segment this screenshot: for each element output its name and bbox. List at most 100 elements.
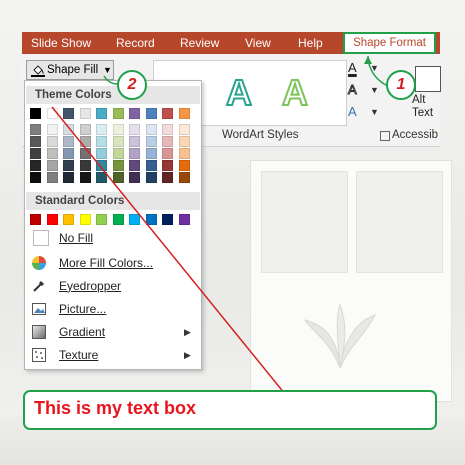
text-box[interactable]: This is my text box <box>23 390 437 430</box>
standard-color-swatch[interactable] <box>63 214 74 225</box>
theme-shade-swatch[interactable] <box>112 124 124 135</box>
standard-color-swatch[interactable] <box>79 214 91 225</box>
theme-shade-swatch[interactable] <box>178 172 190 183</box>
standard-color-swatch[interactable] <box>145 214 157 225</box>
paint-bucket-icon <box>31 65 45 77</box>
theme-shade-swatch[interactable] <box>79 124 91 135</box>
theme-shade-swatch[interactable] <box>162 124 173 135</box>
theme-shade-swatch[interactable] <box>96 172 107 183</box>
theme-color-swatch[interactable] <box>178 108 190 119</box>
wordart-style-green[interactable]: A <box>281 71 309 114</box>
text-box-content[interactable]: This is my text box <box>34 398 196 419</box>
theme-shade-swatch[interactable] <box>178 124 190 135</box>
theme-shade-swatch[interactable] <box>30 172 41 183</box>
theme-shade-swatch[interactable] <box>46 148 58 159</box>
theme-shade-swatch[interactable] <box>46 172 58 183</box>
theme-shade-swatch[interactable] <box>145 136 157 147</box>
theme-shade-swatch[interactable] <box>162 172 173 183</box>
theme-shade-swatch[interactable] <box>63 160 74 171</box>
theme-shade-swatch[interactable] <box>145 160 157 171</box>
color-wheel-icon <box>32 256 46 270</box>
standard-color-swatch[interactable] <box>162 214 173 225</box>
theme-shade-swatch[interactable] <box>46 160 58 171</box>
theme-color-swatch[interactable] <box>46 108 58 119</box>
standard-color-swatch[interactable] <box>129 214 140 225</box>
theme-shade-swatch[interactable] <box>46 136 58 147</box>
theme-color-swatch[interactable] <box>162 108 173 119</box>
eyedropper-item[interactable]: Eyedropper <box>26 275 200 297</box>
theme-shade-swatch[interactable] <box>96 124 107 135</box>
tab-shape-format[interactable]: Shape Format <box>343 32 436 54</box>
chevron-down-icon[interactable]: ▼ <box>370 63 379 73</box>
tab-record[interactable]: Record <box>116 32 155 54</box>
chevron-down-icon[interactable]: ▼ <box>370 85 379 95</box>
standard-color-swatch[interactable] <box>96 214 107 225</box>
standard-color-swatch[interactable] <box>112 214 124 225</box>
theme-shade-swatch[interactable] <box>63 124 74 135</box>
theme-shade-swatch[interactable] <box>63 148 74 159</box>
tab-review[interactable]: Review <box>180 32 219 54</box>
theme-shade-swatch[interactable] <box>112 148 124 159</box>
theme-shade-swatch[interactable] <box>63 136 74 147</box>
theme-color-swatch[interactable] <box>129 108 140 119</box>
theme-shade-swatch[interactable] <box>129 148 140 159</box>
texture-icon <box>32 348 46 362</box>
theme-shade-swatch[interactable] <box>30 148 41 159</box>
theme-shade-swatch[interactable] <box>112 160 124 171</box>
theme-shade-swatch[interactable] <box>129 124 140 135</box>
theme-shade-swatch[interactable] <box>112 136 124 147</box>
shape-fill-dropdown: Theme Colors Standard Colors No Fill Mor… <box>24 80 202 370</box>
theme-shade-swatch[interactable] <box>129 160 140 171</box>
theme-shade-swatch[interactable] <box>162 136 173 147</box>
theme-shade-swatch[interactable] <box>145 172 157 183</box>
theme-shade-swatch[interactable] <box>145 124 157 135</box>
dialog-launcher-icon[interactable] <box>380 131 390 141</box>
more-fill-colors-item[interactable]: More Fill Colors... <box>26 252 200 274</box>
no-fill-item[interactable]: No Fill <box>26 227 200 249</box>
theme-shade-swatch[interactable] <box>112 172 124 183</box>
theme-shade-swatch[interactable] <box>162 160 173 171</box>
theme-color-swatch[interactable] <box>145 108 157 119</box>
theme-shade-swatch[interactable] <box>96 136 107 147</box>
theme-color-swatch[interactable] <box>30 108 41 119</box>
theme-shade-swatch[interactable] <box>96 148 107 159</box>
text-effects-button[interactable]: A <box>348 104 357 119</box>
text-outline-button[interactable]: A <box>348 82 358 98</box>
wordart-style-teal[interactable]: A <box>225 71 253 114</box>
picture-item[interactable]: Picture... <box>26 298 200 320</box>
theme-shade-swatch[interactable] <box>129 172 140 183</box>
theme-shade-swatch[interactable] <box>46 124 58 135</box>
standard-color-swatch[interactable] <box>178 214 190 225</box>
theme-shade-swatch[interactable] <box>63 172 74 183</box>
theme-shade-swatch[interactable] <box>30 136 41 147</box>
gradient-item[interactable]: Gradient ▶ <box>26 321 200 343</box>
theme-shade-swatch[interactable] <box>178 160 190 171</box>
theme-shade-swatch[interactable] <box>79 148 91 159</box>
theme-shade-swatch[interactable] <box>178 136 190 147</box>
theme-shade-swatch[interactable] <box>79 172 91 183</box>
standard-color-swatch[interactable] <box>30 214 41 225</box>
chevron-down-icon[interactable]: ▼ <box>370 107 379 117</box>
theme-color-swatch[interactable] <box>79 108 91 119</box>
menu-item-label: More Fill Colors... <box>59 256 154 270</box>
theme-shade-swatch[interactable] <box>162 148 173 159</box>
theme-shade-swatch[interactable] <box>145 148 157 159</box>
tab-help[interactable]: Help <box>298 32 323 54</box>
theme-shade-swatch[interactable] <box>79 160 91 171</box>
theme-shade-swatch[interactable] <box>178 148 190 159</box>
theme-color-swatch[interactable] <box>112 108 124 119</box>
theme-shade-swatch[interactable] <box>30 160 41 171</box>
standard-color-swatch[interactable] <box>46 214 58 225</box>
tab-view[interactable]: View <box>245 32 271 54</box>
theme-shade-swatch[interactable] <box>129 136 140 147</box>
theme-shade-swatch[interactable] <box>96 160 107 171</box>
shape-fill-button[interactable]: Shape Fill ▼ <box>26 60 114 80</box>
texture-item[interactable]: Texture ▶ <box>26 344 200 366</box>
tab-slide-show[interactable]: Slide Show <box>31 32 91 54</box>
theme-shade-swatch[interactable] <box>30 124 41 135</box>
alt-text-button[interactable]: Alt Text <box>412 66 441 124</box>
text-fill-button[interactable]: A <box>348 60 357 75</box>
theme-shade-swatch[interactable] <box>79 136 91 147</box>
theme-color-swatch[interactable] <box>63 108 74 119</box>
theme-color-swatch[interactable] <box>96 108 107 119</box>
